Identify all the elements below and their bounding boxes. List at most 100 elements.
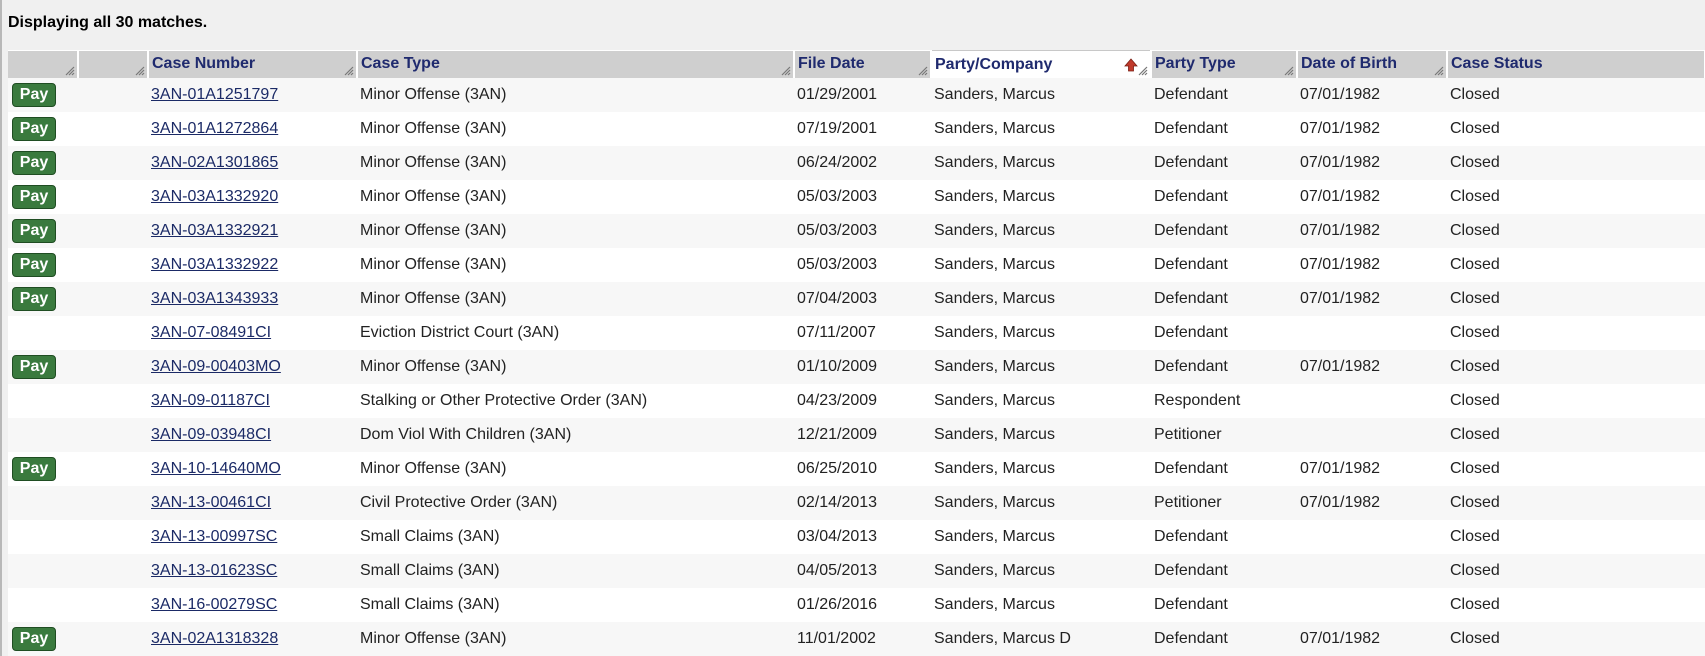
column-header-date-of-birth[interactable]: Date of Birth xyxy=(1297,50,1448,78)
column-header-party-type[interactable]: Party Type xyxy=(1151,50,1298,78)
file-date-cell: 05/03/2003 xyxy=(794,180,931,214)
case-type-cell: Small Claims (3AN) xyxy=(357,588,794,622)
column-header-file-date[interactable]: File Date xyxy=(794,50,932,78)
case-number-link[interactable]: 3AN-13-00997SC xyxy=(151,528,277,545)
party-company-cell: Sanders, Marcus xyxy=(931,520,1151,554)
file-date-cell: 12/21/2009 xyxy=(794,418,931,452)
column-header-blank[interactable] xyxy=(78,50,149,78)
case-number-cell: 3AN-13-00461CI xyxy=(148,486,357,520)
case-number-link[interactable]: 3AN-09-00403MO xyxy=(151,358,281,375)
date-of-birth-cell xyxy=(1297,316,1447,350)
table-row: Pay 3AN-02A1318328 Minor Offense (3AN) 11/0… xyxy=(8,622,1705,656)
pay-button[interactable]: Pay xyxy=(12,253,56,277)
case-number-cell: 3AN-01A1251797 xyxy=(148,78,357,112)
case-number-link[interactable]: 3AN-13-01623SC xyxy=(151,562,277,579)
pay-button[interactable]: Pay xyxy=(12,83,56,107)
case-number-link[interactable]: 3AN-09-03948CI xyxy=(151,426,271,443)
pay-button[interactable]: Pay xyxy=(12,355,56,379)
pay-cell: Pay xyxy=(8,248,78,282)
case-number-cell: 3AN-03A1332920 xyxy=(148,180,357,214)
table-row: Pay 3AN-01A1251797 Minor Offense (3AN) 01/2… xyxy=(8,78,1705,112)
case-number-link[interactable]: 3AN-03A1332920 xyxy=(151,188,278,205)
pay-button[interactable]: Pay xyxy=(12,457,56,481)
case-number-link[interactable]: 3AN-01A1251797 xyxy=(151,86,278,103)
blank-cell xyxy=(78,486,148,520)
resize-grip-icon[interactable] xyxy=(1138,66,1148,76)
case-number-cell: 3AN-16-00279SC xyxy=(148,588,357,622)
pay-button[interactable]: Pay xyxy=(12,185,56,209)
case-type-cell: Eviction District Court (3AN) xyxy=(357,316,794,350)
case-number-link[interactable]: 3AN-07-08491CI xyxy=(151,324,271,341)
resize-grip-icon[interactable] xyxy=(781,66,791,76)
date-of-birth-cell: 07/01/1982 xyxy=(1297,452,1447,486)
case-number-link[interactable]: 3AN-09-01187CI xyxy=(151,392,270,409)
column-header-party-company[interactable]: Party/Company xyxy=(931,50,1152,78)
date-of-birth-cell xyxy=(1297,418,1447,452)
case-status-cell: Closed xyxy=(1447,112,1705,146)
case-status-cell: Closed xyxy=(1447,588,1705,622)
party-company-cell: Sanders, Marcus xyxy=(931,350,1151,384)
pay-cell xyxy=(8,418,78,452)
table-row: Pay 3AN-03A1332922 Minor Offense (3AN) 05/0… xyxy=(8,248,1705,282)
file-date-cell: 02/14/2013 xyxy=(794,486,931,520)
table-row: Pay 3AN-03A1332921 Minor Offense (3AN) 05/0… xyxy=(8,214,1705,248)
case-number-link[interactable]: 3AN-03A1343933 xyxy=(151,290,278,307)
file-date-cell: 04/23/2009 xyxy=(794,384,931,418)
party-type-cell: Defendant xyxy=(1151,282,1297,316)
case-number-link[interactable]: 3AN-01A1272864 xyxy=(151,120,278,137)
table-row: 3AN-13-00461CI Civil Protective Order (3A… xyxy=(8,486,1705,520)
case-type-cell: Minor Offense (3AN) xyxy=(357,622,794,656)
pay-button[interactable]: Pay xyxy=(12,287,56,311)
case-type-cell: Minor Offense (3AN) xyxy=(357,452,794,486)
party-company-cell: Sanders, Marcus xyxy=(931,588,1151,622)
pay-button[interactable]: Pay xyxy=(12,219,56,243)
blank-cell xyxy=(78,554,148,588)
column-header-pay[interactable] xyxy=(8,50,79,78)
case-number-link[interactable]: 3AN-10-14640MO xyxy=(151,460,281,477)
file-date-cell: 03/04/2013 xyxy=(794,520,931,554)
sort-ascending-icon[interactable] xyxy=(1124,58,1138,72)
resize-grip-icon[interactable] xyxy=(65,66,75,76)
resize-grip-icon[interactable] xyxy=(1434,66,1444,76)
table-header-row: Case Number Case Type File Date Party/Co… xyxy=(8,50,1705,78)
case-number-link[interactable]: 3AN-02A1318328 xyxy=(151,630,278,647)
column-header-case-number[interactable]: Case Number xyxy=(148,50,358,78)
date-of-birth-cell xyxy=(1297,384,1447,418)
table-row: 3AN-09-01187CI Stalking or Other Protecti… xyxy=(8,384,1705,418)
resize-grip-icon[interactable] xyxy=(1284,66,1294,76)
resize-grip-icon[interactable] xyxy=(344,66,354,76)
pay-cell xyxy=(8,316,78,350)
case-status-cell: Closed xyxy=(1447,248,1705,282)
case-number-link[interactable]: 3AN-03A1332921 xyxy=(151,222,278,239)
pay-cell xyxy=(8,588,78,622)
party-company-cell: Sanders, Marcus xyxy=(931,486,1151,520)
case-number-link[interactable]: 3AN-02A1301865 xyxy=(151,154,278,171)
date-of-birth-cell: 07/01/1982 xyxy=(1297,282,1447,316)
case-number-link[interactable]: 3AN-03A1332922 xyxy=(151,256,278,273)
pay-button[interactable]: Pay xyxy=(12,627,56,651)
case-number-link[interactable]: 3AN-13-00461CI xyxy=(151,494,271,511)
pay-cell: Pay xyxy=(8,180,78,214)
column-header-case-status[interactable]: Case Status xyxy=(1447,50,1705,78)
case-number-cell: 3AN-09-00403MO xyxy=(148,350,357,384)
pay-cell: Pay xyxy=(8,146,78,180)
blank-cell xyxy=(78,316,148,350)
pay-button[interactable]: Pay xyxy=(12,117,56,141)
case-status-cell: Closed xyxy=(1447,554,1705,588)
date-of-birth-cell: 07/01/1982 xyxy=(1297,248,1447,282)
party-type-cell: Defendant xyxy=(1151,78,1297,112)
case-number-link[interactable]: 3AN-16-00279SC xyxy=(151,596,277,613)
party-company-cell: Sanders, Marcus xyxy=(931,214,1151,248)
case-status-cell: Closed xyxy=(1447,418,1705,452)
blank-cell xyxy=(78,248,148,282)
date-of-birth-cell: 07/01/1982 xyxy=(1297,486,1447,520)
table-row: Pay 3AN-03A1332920 Minor Offense (3AN) 05/0… xyxy=(8,180,1705,214)
column-header-case-type[interactable]: Case Type xyxy=(357,50,795,78)
resize-grip-icon[interactable] xyxy=(918,66,928,76)
resize-grip-icon[interactable] xyxy=(135,66,145,76)
case-type-cell: Minor Offense (3AN) xyxy=(357,180,794,214)
case-status-cell: Closed xyxy=(1447,316,1705,350)
pay-cell: Pay xyxy=(8,452,78,486)
pay-button[interactable]: Pay xyxy=(12,151,56,175)
party-type-cell: Defendant xyxy=(1151,554,1297,588)
